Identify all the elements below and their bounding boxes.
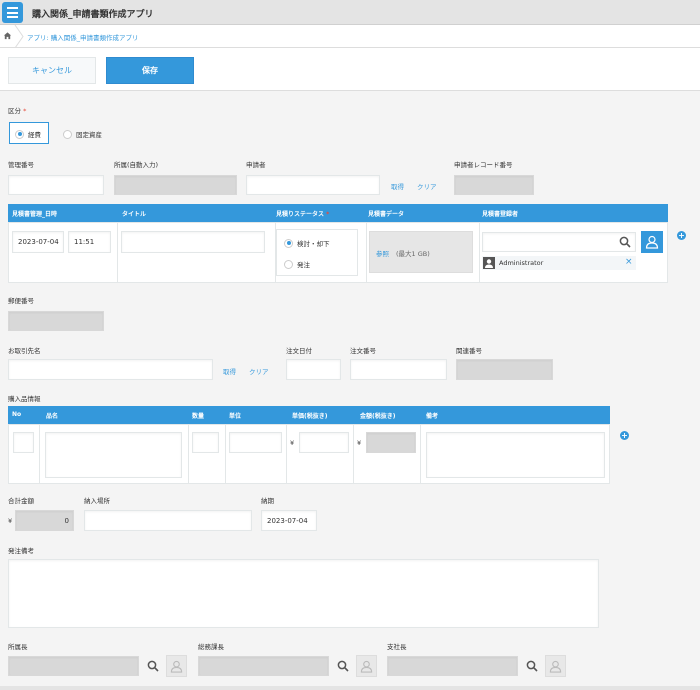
quote-title-input[interactable] (121, 231, 265, 253)
quote-col-title: タイトル (122, 211, 147, 218)
applicant-input[interactable] (246, 175, 380, 195)
approver-2-field (198, 656, 329, 676)
breadcrumb-app-link[interactable]: アプリ: 購入関係_申請書類作成アプリ (27, 32, 139, 42)
approver-1-field (8, 656, 139, 676)
supplier-clear-link[interactable]: クリア (249, 366, 269, 376)
items-section-label: 購入品情報 (8, 395, 41, 403)
quote-col-file: 見積書データ (368, 211, 405, 218)
app-list-icon[interactable] (2, 2, 23, 23)
category-option-expense[interactable]: 経費 (15, 129, 41, 139)
items-col-no: No (12, 411, 22, 418)
applicant-fetch-link[interactable]: 取得 (391, 181, 404, 191)
item-amount-field (366, 432, 416, 453)
remove-registrant-icon[interactable]: × (625, 257, 633, 267)
page-bottom-edge (0, 686, 700, 690)
item-no-input[interactable] (13, 432, 34, 453)
quote-time-input[interactable]: 11:51 (68, 231, 111, 253)
quote-status-option-order[interactable]: 発注 (284, 259, 310, 269)
supplier-label: お取引先名 (8, 347, 41, 355)
quote-date-input[interactable]: 2023-07-04 (12, 231, 64, 253)
amount-yen: ¥ (357, 439, 362, 447)
search-icon[interactable] (332, 656, 353, 676)
order-notes-textarea[interactable] (8, 559, 599, 628)
action-toolbar (0, 48, 700, 91)
radio-selected-icon[interactable] (284, 238, 293, 248)
item-notes-textarea[interactable] (426, 432, 605, 478)
item-qty-input[interactable] (192, 432, 219, 453)
supplier-fetch-link[interactable]: 取得 (223, 366, 236, 376)
items-col-qty: 数量 (192, 413, 205, 420)
quote-file-browse-link[interactable]: 参照 (376, 248, 389, 258)
breadcrumb-separator-icon (14, 25, 24, 48)
user-select-icon[interactable] (545, 655, 566, 677)
home-icon[interactable] (3, 31, 12, 40)
item-unit-price-input[interactable] (299, 432, 349, 453)
add-quote-row-icon[interactable]: + (677, 231, 686, 240)
approver-3-label: 支社長 (387, 643, 407, 651)
item-unit-input[interactable] (229, 432, 282, 453)
order-date-label: 注文日付 (286, 347, 312, 355)
item-name-textarea[interactable] (45, 432, 182, 478)
delivery-date-input[interactable]: 2023-07-04 (261, 510, 317, 531)
search-icon[interactable] (521, 656, 542, 676)
quote-col-registrant: 見積書登録者 (482, 211, 519, 218)
radio-unselected-icon[interactable] (63, 129, 72, 139)
related-no-field (456, 359, 553, 380)
order-no-input[interactable] (350, 359, 447, 380)
quote-table-header: 見積書管理_日時 タイトル 見積りステータス * 見積書データ 見積書登録者 (8, 204, 668, 222)
approver-3-field (387, 656, 518, 676)
order-no-label: 注文番号 (350, 347, 376, 355)
cancel-button[interactable]: キャンセル (8, 57, 96, 84)
items-col-unit: 単位 (229, 413, 242, 420)
quote-col-datetime: 見積書管理_日時 (12, 211, 58, 218)
related-no-label: 関連番号 (456, 347, 482, 355)
delivery-place-input[interactable] (84, 510, 252, 531)
postal-field (8, 311, 104, 331)
items-col-name: 品名 (46, 413, 59, 420)
app-title: 購入関係_申請書類作成アプリ (32, 10, 154, 20)
mgmt-no-input[interactable] (8, 175, 104, 195)
applicant-clear-link[interactable]: クリア (417, 181, 437, 191)
quote-registrant-input[interactable] (482, 232, 636, 252)
items-col-unit-price: 単価(税抜き) (292, 413, 328, 420)
quote-file-max-note: (最大1 GB) (396, 250, 430, 258)
mgmt-no-label: 管理番号 (8, 161, 34, 169)
total-amount-field: 0 (15, 510, 74, 531)
category-label: 区分 * (8, 107, 27, 115)
user-select-icon[interactable] (166, 655, 187, 677)
unit-price-yen: ¥ (290, 439, 295, 447)
user-avatar-icon (483, 257, 495, 269)
applicant-label: 申請者 (246, 161, 266, 169)
user-select-icon[interactable] (641, 231, 663, 253)
applicant-record-no-field (454, 175, 534, 195)
supplier-input[interactable] (8, 359, 213, 380)
add-item-row-icon[interactable]: + (620, 431, 629, 440)
dept-field (114, 175, 237, 195)
category-option-fixed-asset[interactable]: 固定資産 (63, 129, 102, 139)
quote-status-option-review[interactable]: 検討・却下 (284, 238, 330, 248)
items-table-header: No 品名 数量 単位 単価(税抜き) 金額(税抜き) 備考 (8, 406, 610, 424)
items-col-notes: 備考 (426, 413, 439, 420)
dept-label: 所属(自動入力) (114, 161, 159, 169)
total-label: 合計金額 (8, 497, 34, 505)
total-yen: ¥ (8, 517, 13, 525)
search-icon[interactable] (142, 656, 163, 676)
registrant-name: Administrator (499, 259, 544, 267)
order-notes-label: 発注備考 (8, 547, 34, 555)
delivery-date-label: 納期 (261, 497, 274, 505)
approver-1-label: 所属長 (8, 643, 28, 651)
postal-label: 郵便番号 (8, 297, 34, 305)
order-date-input[interactable] (286, 359, 341, 380)
delivery-place-label: 納入場所 (84, 497, 110, 505)
search-icon[interactable] (614, 232, 635, 252)
approver-2-label: 総務課長 (198, 643, 224, 651)
save-button[interactable]: 保存 (106, 57, 194, 84)
quote-col-status: 見積りステータス * (276, 211, 330, 218)
applicant-record-no-label: 申請者レコード番号 (454, 161, 513, 169)
radio-unselected-icon[interactable] (284, 259, 293, 269)
items-col-amount: 金額(税抜き) (360, 413, 396, 420)
radio-selected-icon[interactable] (15, 129, 24, 139)
user-select-icon[interactable] (356, 655, 377, 677)
